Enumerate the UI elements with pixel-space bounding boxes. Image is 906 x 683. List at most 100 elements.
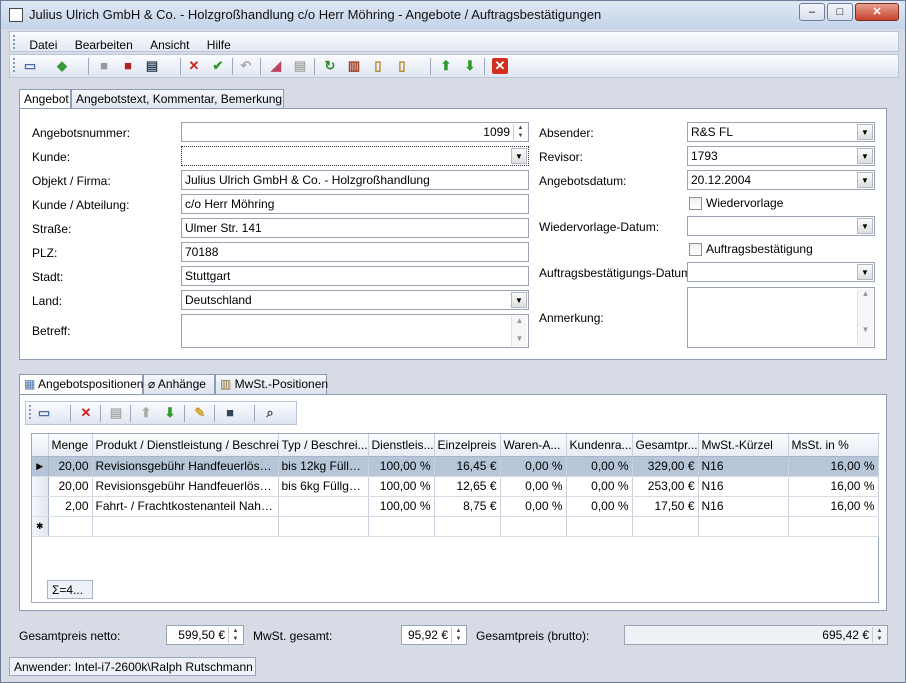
dienstleistung-cell[interactable]: 100,00 % <box>368 476 435 497</box>
add-doc-icon[interactable]: ▯ <box>370 58 386 74</box>
column-header[interactable]: MwSt.-Kürzel <box>698 434 789 457</box>
mwst-kuerzel-cell[interactable]: N16 <box>698 476 789 497</box>
list-icon[interactable]: ▤ <box>292 58 308 74</box>
plz-field[interactable]: 70188 <box>181 242 529 262</box>
kundenrabatt-cell[interactable]: 0,00 % <box>566 476 633 497</box>
eraser-icon[interactable]: ◢ <box>268 58 284 74</box>
up-icon[interactable]: ⬆ <box>438 58 454 74</box>
edit-icon[interactable]: ✎ <box>192 405 208 421</box>
confirm-icon[interactable]: ✔ <box>210 58 226 74</box>
spin-icon[interactable]: ▲ ▼ <box>872 627 886 643</box>
typ-cell[interactable]: bis 6kg Füllgew... <box>278 476 369 497</box>
produkt-cell[interactable]: Revisionsgebühr Handfeuerlöscher <box>92 456 279 477</box>
spin-icon[interactable]: ▲ ▼ <box>513 124 527 140</box>
cancel-icon[interactable]: ✕ <box>492 58 508 74</box>
einzelpreis-cell[interactable]: 16,45 € <box>434 456 501 477</box>
wiedervorlage-picker[interactable]: ▼ <box>687 216 875 236</box>
column-header[interactable]: Produkt / Dienstleistung / Beschrei... <box>92 434 279 457</box>
column-header[interactable]: Dienstleis... <box>368 434 435 457</box>
datum-picker[interactable]: 20.12.2004 ▼ <box>687 170 875 190</box>
move-up-icon[interactable]: ⬆ <box>138 405 154 421</box>
mwst-prozent-cell[interactable]: 16,00 % <box>788 456 879 477</box>
report-icon[interactable]: ▥ <box>346 58 362 74</box>
tab-angebotstext[interactable]: Angebotstext, Kommentar, Bemerkung <box>71 89 284 109</box>
netto-field[interactable]: 599,50 € ▲ ▼ <box>166 625 244 645</box>
save-icon[interactable]: ■ <box>222 405 238 421</box>
produkt-cell[interactable]: Revisionsgebühr Handfeuerlöscher <box>92 476 279 497</box>
betreff-textarea[interactable]: ▲ ▼ <box>181 314 529 348</box>
warenabzug-cell[interactable]: 0,00 % <box>500 456 567 477</box>
angebotsnummer-field[interactable]: 1099 ▲ ▼ <box>181 122 529 142</box>
column-header[interactable]: MsSt. in % <box>788 434 879 457</box>
menge-cell[interactable]: 20,00 <box>48 476 93 497</box>
delete-icon[interactable]: ✕ <box>186 58 202 74</box>
dropdown-arrow-icon[interactable]: ▼ <box>857 218 873 234</box>
revisor-combo[interactable]: 1793 ▼ <box>687 146 875 166</box>
dienstleistung-cell[interactable]: 100,00 % <box>368 456 435 477</box>
maximize-button[interactable]: □ <box>827 3 853 21</box>
tab-anhaenge[interactable]: ⌀ Anhänge <box>143 374 215 394</box>
kundenrabatt-cell[interactable]: 0,00 % <box>566 456 633 477</box>
objekt-field[interactable]: Julius Ulrich GmbH & Co. - Holzgroßhandl… <box>181 170 529 190</box>
scrollbar[interactable]: ▲ ▼ <box>511 316 527 346</box>
typ-cell[interactable] <box>278 496 369 517</box>
delete-position-icon[interactable]: ✕ <box>78 405 94 421</box>
new-row[interactable]: ✱ <box>32 516 879 537</box>
stadt-field[interactable]: Stuttgart <box>181 266 529 286</box>
menu-hilfe[interactable]: Hilfe <box>200 35 238 55</box>
toolbar-grip[interactable] <box>29 405 32 419</box>
refresh-icon[interactable]: ↻ <box>322 58 338 74</box>
wiedervorlage-checkbox[interactable] <box>689 197 702 210</box>
auftrag-checkbox[interactable] <box>689 243 702 256</box>
minimize-button[interactable]: – <box>799 3 825 21</box>
dropdown-arrow-icon[interactable]: ▼ <box>857 172 873 188</box>
save-icon[interactable]: ■ <box>96 58 112 74</box>
table-row[interactable]: 20,00 Revisionsgebühr Handfeuerlöscher b… <box>32 476 879 497</box>
dropdown-arrow-icon[interactable]: ▼ <box>857 124 873 140</box>
strasse-field[interactable]: Ulmer Str. 141 <box>181 218 529 238</box>
column-header[interactable]: Typ / Beschrei... <box>278 434 369 457</box>
close-button[interactable]: ✕ <box>855 3 899 21</box>
move-down-icon[interactable]: ⬇ <box>162 405 178 421</box>
gesamtpreis-cell[interactable]: 329,00 € <box>632 456 699 477</box>
menu-bearbeiten[interactable]: Bearbeiten <box>68 35 140 55</box>
mwst-prozent-cell[interactable]: 16,00 % <box>788 496 879 517</box>
table-row[interactable]: ▶ 20,00 Revisionsgebühr Handfeuerlöscher… <box>32 456 879 477</box>
brutto-field[interactable]: 695,42 € ▲ ▼ <box>624 625 888 645</box>
kunde-combo[interactable]: ▼ <box>181 146 529 166</box>
produkt-cell[interactable]: Fahrt- / Frachtkostenanteil Nahber... <box>92 496 279 517</box>
einzelpreis-cell[interactable]: 12,65 € <box>434 476 501 497</box>
spin-icon[interactable]: ▲ ▼ <box>228 627 242 643</box>
column-header[interactable]: Einzelpreis <box>434 434 501 457</box>
spin-icon[interactable]: ▲ ▼ <box>451 627 465 643</box>
gesamtpreis-cell[interactable]: 253,00 € <box>632 476 699 497</box>
column-header[interactable]: Kundenra... <box>566 434 633 457</box>
toolbar-grip[interactable] <box>13 58 16 72</box>
table-row[interactable]: 2,00 Fahrt- / Frachtkostenanteil Nahber.… <box>32 496 879 517</box>
down-icon[interactable]: ⬇ <box>462 58 478 74</box>
menu-datei[interactable]: Datei <box>22 35 64 55</box>
column-header[interactable]: Menge <box>48 434 93 457</box>
preview-icon[interactable]: ⌕ <box>262 405 278 421</box>
anmerkung-textarea[interactable]: ▲ ▼ <box>687 287 875 348</box>
copy-add-icon[interactable]: ◆ <box>54 58 70 74</box>
new-icon[interactable]: ▭ <box>22 58 38 74</box>
warenabzug-cell[interactable]: 0,00 % <box>500 496 567 517</box>
absender-combo[interactable]: R&S FL ▼ <box>687 122 875 142</box>
mwst-prozent-cell[interactable]: 16,00 % <box>788 476 879 497</box>
undo-icon[interactable]: ↶ <box>238 58 254 74</box>
menge-cell[interactable]: 20,00 <box>48 456 93 477</box>
einzelpreis-cell[interactable]: 8,75 € <box>434 496 501 517</box>
menge-cell[interactable]: 2,00 <box>48 496 93 517</box>
dropdown-arrow-icon[interactable]: ▼ <box>511 292 527 308</box>
dropdown-arrow-icon[interactable]: ▼ <box>857 148 873 164</box>
dropdown-arrow-icon[interactable]: ▼ <box>511 148 527 164</box>
column-header[interactable]: Waren-A... <box>500 434 567 457</box>
warenabzug-cell[interactable]: 0,00 % <box>500 476 567 497</box>
save-close-icon[interactable]: ■ <box>120 58 136 74</box>
gesamtpreis-cell[interactable]: 17,50 € <box>632 496 699 517</box>
mwst-field[interactable]: 95,92 € ▲ ▼ <box>401 625 467 645</box>
auftrag-picker[interactable]: ▼ <box>687 262 875 282</box>
list-icon[interactable]: ▤ <box>108 405 124 421</box>
menu-ansicht[interactable]: Ansicht <box>143 35 196 55</box>
